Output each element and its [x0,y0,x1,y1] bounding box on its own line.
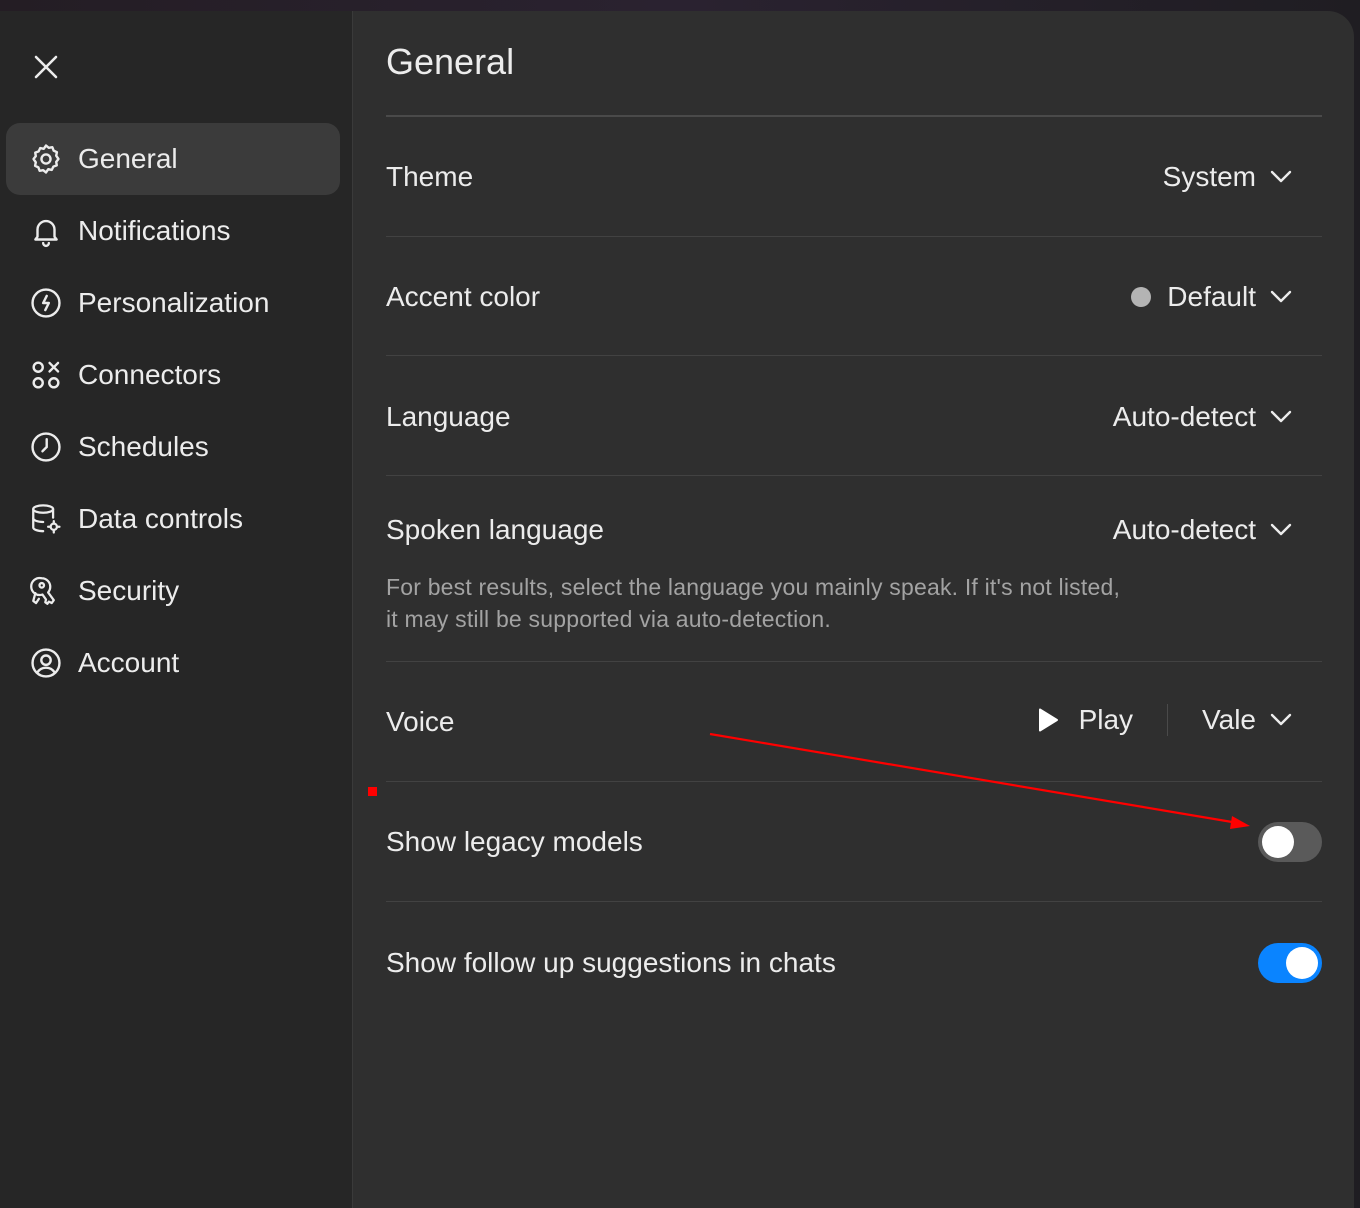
database-gear-icon [28,501,64,537]
follow-up-row: Show follow up suggestions in chats [386,902,1322,1021]
sidebar-item-label: Connectors [78,359,222,390]
follow-up-label: Show follow up suggestions in chats [386,947,836,978]
sidebar-item-data-controls[interactable]: Data controls [6,483,340,555]
sidebar-item-connectors[interactable]: Connectors [6,339,340,411]
chevron-down-icon [1270,713,1292,727]
settings-dialog: General Notifications Personalization Co… [0,11,1354,1208]
toggle-knob [1286,947,1318,979]
voice-value: Vale [1202,704,1256,735]
legacy-models-toggle[interactable] [1258,822,1322,862]
personalization-icon [28,285,64,321]
voice-controls: Play Vale [1037,704,1292,736]
sidebar-item-label: Personalization [78,287,270,318]
connectors-icon [28,357,64,393]
accent-color-row: Accent color Default [386,236,1322,356]
clock-icon [28,429,64,465]
accent-color-dropdown[interactable]: Default [1131,281,1292,313]
sidebar-item-notifications[interactable]: Notifications [6,195,340,267]
chevron-down-icon [1270,170,1292,184]
accent-color-label: Accent color [386,281,541,312]
settings-sidebar: General Notifications Personalization Co… [0,11,353,1208]
sidebar-item-schedules[interactable]: Schedules [6,411,340,483]
theme-label: Theme [386,161,474,192]
help-line-1: For best results, select the language yo… [386,574,1121,600]
spoken-language-value: Auto-detect [1112,514,1256,545]
sidebar-item-label: Account [78,647,180,678]
help-line-2: it may still be supported via auto-detec… [386,606,831,632]
chevron-down-icon [1270,523,1292,537]
spoken-language-label: Spoken language [386,514,604,545]
gear-icon [28,141,64,177]
user-circle-icon [28,645,64,681]
chevron-down-icon [1270,290,1292,304]
spoken-language-dropdown[interactable]: Auto-detect [1113,514,1292,546]
voice-divider [1167,704,1169,736]
page-title: General [386,41,515,82]
settings-nav: General Notifications Personalization Co… [6,123,340,699]
language-value: Auto-detect [1112,401,1256,432]
legacy-models-label: Show legacy models [386,826,643,857]
follow-up-toggle[interactable] [1258,943,1322,983]
accent-swatch [1131,287,1152,307]
sidebar-item-label: Schedules [78,431,209,462]
play-voice-button[interactable]: Play [1037,704,1133,736]
toggle-knob [1262,826,1294,858]
sidebar-item-security[interactable]: Security [6,555,340,627]
theme-row: Theme System [386,117,1322,237]
sidebar-item-label: Data controls [78,503,243,534]
theme-value: System [1162,161,1256,192]
sidebar-item-label: Security [78,575,180,606]
sidebar-item-general[interactable]: General [6,123,340,195]
bell-icon [28,213,64,249]
legacy-models-row: Show legacy models [386,782,1322,902]
close-button[interactable] [26,47,66,87]
play-label: Play [1078,704,1134,735]
chevron-down-icon [1270,410,1292,424]
sidebar-item-label: Notifications [78,215,231,246]
theme-dropdown[interactable]: System [1163,161,1292,193]
sidebar-item-label: General [78,143,178,174]
close-icon [34,55,58,79]
language-row: Language Auto-detect [386,356,1322,476]
voice-label: Voice [386,706,455,737]
security-key-icon [28,573,64,609]
spoken-language-help: For best results, select the language yo… [386,571,1226,635]
language-label: Language [386,401,511,432]
voice-dropdown[interactable]: Vale [1202,704,1292,736]
sidebar-item-personalization[interactable]: Personalization [6,267,340,339]
language-dropdown[interactable]: Auto-detect [1113,401,1292,433]
play-icon [1037,707,1059,733]
accent-color-value: Default [1167,281,1256,312]
sidebar-item-account[interactable]: Account [6,627,340,699]
